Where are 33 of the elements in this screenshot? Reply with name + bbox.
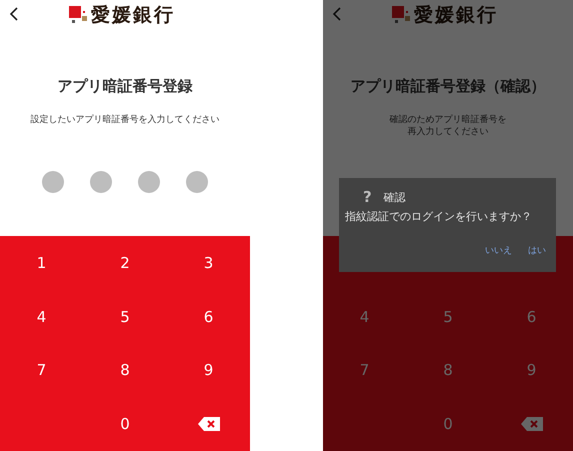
- logo-mark-icon: [69, 6, 89, 24]
- digit-key[interactable]: 5: [435, 306, 461, 328]
- digit-key[interactable]: 1: [28, 252, 54, 274]
- digit-key[interactable]: 3: [196, 252, 222, 274]
- instruction-text: 設定したいアプリ暗証番号を入力してください: [30, 114, 220, 126]
- logo-text: 愛媛銀行: [414, 3, 498, 28]
- digit-key[interactable]: 5: [112, 306, 138, 328]
- digit-key[interactable]: 8: [112, 359, 138, 382]
- backspace-icon[interactable]: [520, 417, 542, 432]
- backspace-icon[interactable]: [198, 417, 220, 432]
- digit-key[interactable]: 9: [518, 359, 544, 382]
- logo-mark-icon: [392, 6, 412, 24]
- dialog-title: 確認: [384, 190, 406, 204]
- digit-key[interactable]: 0: [435, 413, 461, 436]
- digit-key[interactable]: 8: [435, 359, 461, 382]
- digit-key[interactable]: 4: [352, 306, 378, 328]
- digit-key[interactable]: 9: [196, 359, 222, 382]
- question-icon: ?: [363, 188, 372, 206]
- instruction-text: 確認のためアプリ暗証番号を 再入力してください: [388, 114, 508, 138]
- dialog-message: 指紋認証でのログインを行いますか？: [345, 209, 533, 224]
- digit-key[interactable]: 7: [28, 359, 54, 382]
- dialog-button[interactable]: いいえ: [481, 242, 516, 259]
- digit-key[interactable]: 7: [352, 359, 378, 382]
- screen-title: アプリ暗証番号登録（確認）: [350, 77, 546, 96]
- digit-key[interactable]: 6: [196, 306, 222, 328]
- digit-key[interactable]: 2: [112, 252, 138, 274]
- screen-title: アプリ暗証番号登録: [56, 77, 194, 96]
- digit-key[interactable]: 6: [518, 306, 544, 328]
- dialog-button[interactable]: はい: [524, 242, 550, 259]
- logo-text: 愛媛銀行: [91, 3, 175, 28]
- digit-key[interactable]: 0: [112, 413, 138, 436]
- back-icon[interactable]: [9, 7, 19, 21]
- digit-key[interactable]: 4: [28, 306, 54, 328]
